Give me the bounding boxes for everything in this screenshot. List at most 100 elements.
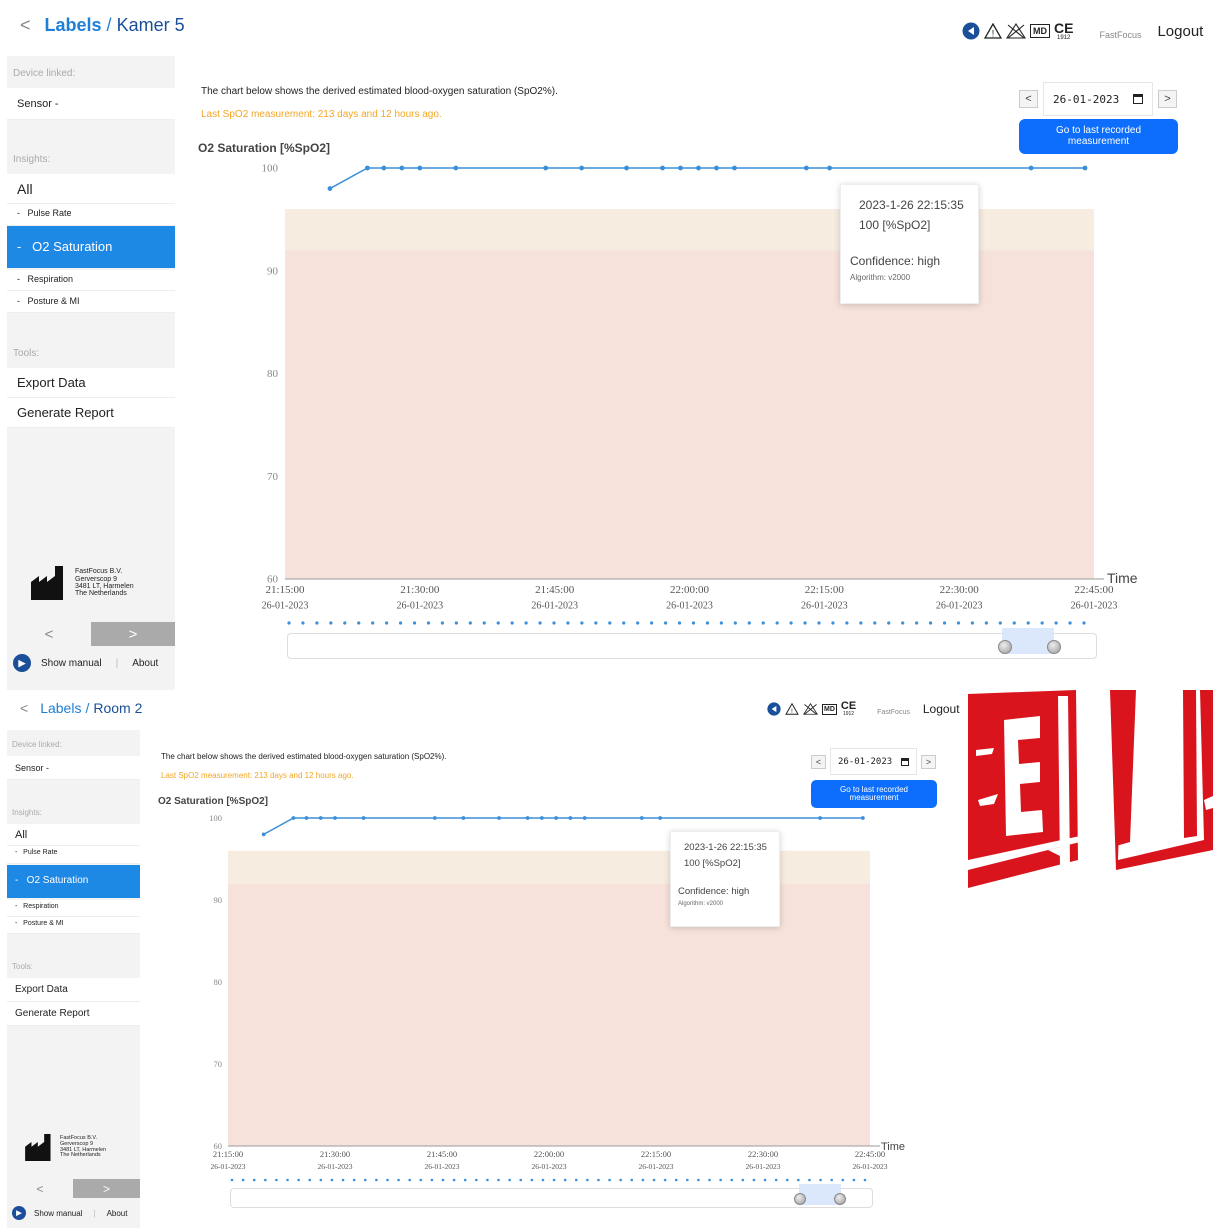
data-point (582, 816, 587, 820)
overview-dot (863, 1178, 867, 1182)
overview-dot (586, 1178, 589, 1182)
x-tick-date-label: 26-01-2023 (1071, 600, 1118, 611)
overview-dot (419, 1178, 423, 1182)
x-axis-title: Time (881, 1141, 905, 1153)
overview-dot (330, 1178, 334, 1182)
overview-dot (430, 1178, 434, 1182)
overview-dot (315, 621, 319, 625)
data-point (860, 816, 865, 820)
overview-dot (371, 621, 375, 625)
overview-dot (650, 621, 654, 625)
data-point (399, 165, 405, 171)
overview-dot (385, 621, 389, 625)
data-point (624, 165, 629, 171)
y-tick-label: 70 (214, 1059, 223, 1069)
overview-dot (956, 621, 961, 625)
overview-dot (594, 621, 598, 625)
overview-dot (873, 621, 877, 625)
x-tick-time-label: 22:30:00 (748, 1149, 778, 1159)
overview-dot (752, 1178, 756, 1182)
data-point (327, 186, 333, 191)
y-tick-label: 80 (214, 977, 223, 987)
tooltip-algorithm: Algorithm: v2000 (850, 273, 911, 282)
scroller-handle-left[interactable] (998, 640, 1012, 654)
x-tick-date-label: 26-01-2023 (425, 1162, 460, 1171)
overview-dot (775, 621, 779, 625)
overview-dot (426, 621, 431, 625)
overview-dot (301, 621, 305, 625)
x-tick-date-label: 26-01-2023 (211, 1162, 246, 1171)
scroller-handle-left[interactable] (794, 1193, 806, 1205)
scroller-handle-right[interactable] (834, 1193, 846, 1205)
overview-dot (691, 621, 696, 625)
data-point (1028, 165, 1034, 171)
data-point (543, 165, 549, 171)
overview-dot (441, 1178, 445, 1182)
data-point (364, 165, 370, 171)
x-tick-time-label: 22:00:00 (670, 584, 710, 596)
x-tick-date-label: 26-01-2023 (936, 600, 983, 611)
data-point (554, 816, 559, 820)
overview-dot (641, 1178, 645, 1182)
overview-dot (286, 1178, 289, 1182)
y-tick-label: 70 (267, 471, 279, 483)
time-range-scroller[interactable] (230, 1184, 873, 1208)
overview-dot (486, 1178, 489, 1182)
overview-dot (942, 621, 947, 625)
overview-dot (785, 1178, 789, 1182)
overview-dot (901, 621, 905, 625)
scroller-handle-right[interactable] (1047, 640, 1061, 654)
overview-dot (496, 621, 500, 625)
overview-dot (719, 621, 723, 625)
overview-dot (852, 1178, 856, 1182)
overview-dot (452, 1178, 456, 1182)
overview-dot (841, 1178, 845, 1182)
overview-dot (508, 1178, 511, 1182)
overview-dot (363, 1178, 367, 1182)
overview-dot (719, 1178, 722, 1182)
x-tick-time-label: 22:30:00 (940, 584, 980, 596)
overview-dot (1082, 621, 1086, 625)
data-point (497, 816, 501, 820)
x-tick-date-label: 26-01-2023 (801, 600, 848, 611)
overview-dot (308, 1178, 312, 1182)
overview-dot (524, 621, 528, 625)
y-tick-label: 90 (267, 265, 279, 277)
x-tick-date-label: 26-01-2023 (746, 1162, 781, 1171)
overview-dot (475, 1178, 478, 1182)
overview-dot (497, 1178, 500, 1182)
overview-dot (797, 1178, 800, 1182)
x-tick-date-label: 26-01-2023 (853, 1162, 888, 1171)
overview-dot (674, 1178, 678, 1182)
overview-dot (677, 621, 682, 625)
chart-tooltip: 2023-1-26 22:15:35 100 [%SpO2] Confidenc… (670, 831, 780, 927)
y-tick-label: 90 (214, 895, 223, 905)
overview-dot (697, 1178, 700, 1182)
time-range-scroller[interactable] (287, 628, 1097, 659)
data-point (539, 816, 544, 820)
data-point (333, 816, 337, 820)
x-axis-title: Time (1107, 570, 1138, 586)
overview-dot (398, 621, 403, 625)
overview-dot (819, 1178, 822, 1182)
overview-dot (789, 621, 793, 625)
x-tick-date-label: 26-01-2023 (532, 1162, 567, 1171)
overview-dot (733, 621, 737, 625)
overview-dot (510, 621, 514, 625)
data-point (714, 165, 719, 171)
data-point (732, 165, 737, 171)
overview-dot (636, 621, 640, 625)
overview-dot (297, 1178, 300, 1182)
overview-dot (574, 1178, 578, 1182)
x-tick-time-label: 22:15:00 (641, 1149, 671, 1159)
x-tick-date-label: 26-01-2023 (396, 600, 443, 611)
y-tick-label: 100 (209, 813, 222, 823)
overview-dot (538, 621, 542, 625)
tooltip-timestamp: 2023-1-26 22:15:35 (684, 842, 767, 853)
data-point (461, 816, 466, 820)
x-tick-time-label: 22:15:00 (805, 584, 845, 596)
overview-dot (519, 1178, 523, 1182)
overview-dot (375, 1178, 378, 1182)
overview-dot (998, 621, 1002, 625)
tooltip-value: 100 [%SpO2] (859, 218, 931, 232)
